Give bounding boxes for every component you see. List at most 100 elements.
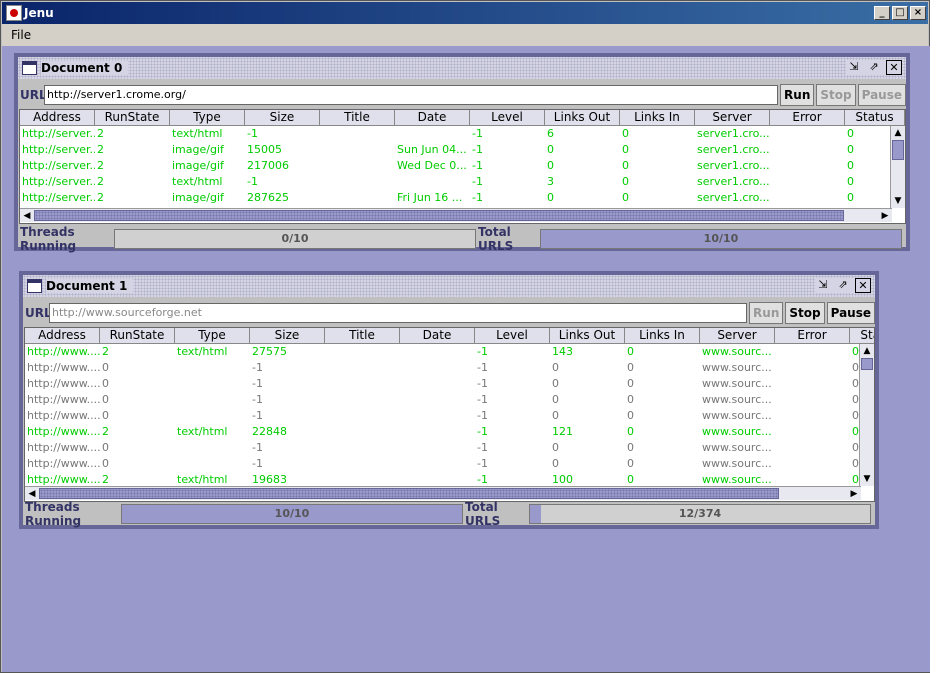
scroll-down-icon[interactable]: ▼ bbox=[860, 472, 874, 486]
document-1-titlebar[interactable]: Document 1 ⇲ ⇗ ✕ bbox=[23, 275, 875, 297]
horizontal-scrollbar[interactable]: ◀ ▶ bbox=[25, 486, 861, 500]
cell-address: http://www.... bbox=[27, 425, 100, 438]
column-header-status[interactable]: Status bbox=[850, 328, 874, 343]
cell-server: server1.cro... bbox=[697, 159, 770, 172]
pause-button[interactable]: Pause bbox=[857, 84, 906, 106]
table-row[interactable]: http://server... 2 text/html -1 -1 6 0 server1.… bbox=[20, 126, 905, 142]
cell-links-in: 0 bbox=[622, 175, 629, 188]
column-header-title[interactable]: Title bbox=[325, 328, 400, 343]
table-row[interactable]: http://www.... 0 -1 -1 0 0 www.sourc... 0 bbox=[25, 376, 874, 392]
cell-date: Fri Jun 16 ... bbox=[397, 191, 463, 204]
iconify-icon[interactable]: ⇲ bbox=[815, 278, 831, 293]
maximize-button[interactable]: □ bbox=[892, 6, 908, 20]
scroll-thumb[interactable] bbox=[892, 140, 904, 160]
total-progress: 12/374 bbox=[529, 504, 871, 524]
app-title: Jenu bbox=[24, 6, 54, 20]
url-input[interactable]: http://server1.crome.org/ bbox=[44, 85, 779, 105]
cell-error bbox=[775, 392, 850, 408]
scroll-thumb[interactable] bbox=[861, 358, 873, 370]
column-header-address[interactable]: Address bbox=[20, 110, 95, 125]
close-button[interactable]: × bbox=[910, 6, 926, 20]
column-header-runstate[interactable]: RunState bbox=[100, 328, 175, 343]
cell-level: -1 bbox=[477, 457, 488, 470]
column-header-type[interactable]: Type bbox=[175, 328, 250, 343]
cell-server: www.sourc... bbox=[702, 409, 772, 422]
column-header-type[interactable]: Type bbox=[170, 110, 245, 125]
column-header-links-in[interactable]: Links In bbox=[625, 328, 700, 343]
cell-level: -1 bbox=[477, 393, 488, 406]
table-row[interactable]: http://www.... 2 text/html 27575 -1 143 0 www.s… bbox=[25, 344, 874, 360]
scroll-up-icon[interactable]: ▲ bbox=[891, 126, 905, 140]
table-row[interactable]: http://www.... 0 -1 -1 0 0 www.sourc... 0 bbox=[25, 392, 874, 408]
column-header-status[interactable]: Status bbox=[845, 110, 905, 125]
cell-server: www.sourc... bbox=[702, 361, 772, 374]
column-header-links-out[interactable]: Links Out bbox=[550, 328, 625, 343]
table-row[interactable]: http://server... 2 image/gif 287625 Fri Jun … bbox=[20, 190, 905, 206]
maximize-icon[interactable]: ⇗ bbox=[866, 60, 882, 75]
cell-type bbox=[175, 456, 250, 472]
column-header-size[interactable]: Size bbox=[250, 328, 325, 343]
column-header-date[interactable]: Date bbox=[400, 328, 475, 343]
stop-button[interactable]: Stop bbox=[785, 302, 825, 324]
scroll-left-icon[interactable]: ◀ bbox=[20, 211, 34, 221]
table-row[interactable]: http://www.... 2 text/html 22848 -1 121 0 www.s… bbox=[25, 424, 874, 440]
cell-server: server1.cro... bbox=[697, 143, 770, 156]
scroll-right-icon[interactable]: ▶ bbox=[878, 211, 892, 221]
iconify-icon[interactable]: ⇲ bbox=[846, 60, 862, 75]
close-icon[interactable]: ✕ bbox=[855, 278, 871, 293]
table-row[interactable]: http://www.... 0 -1 -1 0 0 www.sourc... 0 bbox=[25, 440, 874, 456]
close-icon[interactable]: ✕ bbox=[886, 60, 902, 75]
cell-address: http://server... bbox=[22, 127, 95, 140]
table-row[interactable]: http://server... 2 text/html -1 -1 3 0 server1.… bbox=[20, 174, 905, 190]
column-header-level[interactable]: Level bbox=[475, 328, 550, 343]
scroll-left-icon[interactable]: ◀ bbox=[25, 489, 39, 499]
cell-server: www.sourc... bbox=[702, 377, 772, 390]
cell-error bbox=[770, 126, 845, 142]
pause-button[interactable]: Pause bbox=[826, 302, 875, 324]
column-header-error[interactable]: Error bbox=[770, 110, 845, 125]
scroll-down-icon[interactable]: ▼ bbox=[891, 194, 905, 208]
cell-title bbox=[320, 174, 395, 190]
scroll-right-icon[interactable]: ▶ bbox=[847, 489, 861, 499]
cell-size: 217006 bbox=[247, 159, 289, 172]
cell-links-out: 0 bbox=[552, 377, 559, 390]
cell-server: www.sourc... bbox=[702, 345, 772, 358]
maximize-icon[interactable]: ⇗ bbox=[835, 278, 851, 293]
vertical-scrollbar[interactable]: ▲ ▼ bbox=[890, 126, 905, 208]
scroll-thumb[interactable] bbox=[39, 488, 779, 499]
column-header-links-in[interactable]: Links In bbox=[620, 110, 695, 125]
column-header-links-out[interactable]: Links Out bbox=[545, 110, 620, 125]
document-0-titlebar[interactable]: Document 0 ⇲ ⇗ ✕ bbox=[18, 57, 906, 79]
column-header-server[interactable]: Server bbox=[700, 328, 775, 343]
column-header-size[interactable]: Size bbox=[245, 110, 320, 125]
vertical-scrollbar[interactable]: ▲ ▼ bbox=[859, 344, 874, 486]
table-row[interactable]: http://www.... 0 -1 -1 0 0 www.sourc... 0 bbox=[25, 408, 874, 424]
stop-button[interactable]: Stop bbox=[816, 84, 856, 106]
cell-size: -1 bbox=[252, 393, 263, 406]
cell-links-in: 0 bbox=[622, 159, 629, 172]
url-input[interactable]: http://www.sourceforge.net bbox=[49, 303, 748, 323]
threads-label: Threads Running bbox=[20, 225, 77, 253]
run-button[interactable]: Run bbox=[749, 302, 784, 324]
run-button[interactable]: Run bbox=[780, 84, 815, 106]
column-header-title[interactable]: Title bbox=[320, 110, 395, 125]
scroll-thumb[interactable] bbox=[34, 210, 844, 221]
scroll-up-icon[interactable]: ▲ bbox=[860, 344, 874, 358]
cell-size: -1 bbox=[252, 377, 263, 390]
title-bar[interactable]: Jenu _ □ × bbox=[2, 2, 928, 24]
column-header-error[interactable]: Error bbox=[775, 328, 850, 343]
menu-file[interactable]: File bbox=[11, 28, 31, 42]
table-row[interactable]: http://www.... 0 -1 -1 0 0 www.sourc... 0 bbox=[25, 456, 874, 472]
table-row[interactable]: http://server... 2 image/gif 15005 Sun Jun 0… bbox=[20, 142, 905, 158]
column-header-level[interactable]: Level bbox=[470, 110, 545, 125]
table-row[interactable]: http://server... 2 image/gif 217006 Wed Dec … bbox=[20, 158, 905, 174]
column-header-date[interactable]: Date bbox=[395, 110, 470, 125]
menu-bar: File bbox=[2, 24, 928, 46]
document-1-title: Document 1 bbox=[46, 279, 134, 293]
minimize-button[interactable]: _ bbox=[874, 6, 890, 20]
table-row[interactable]: http://www.... 0 -1 -1 0 0 www.sourc... 0 bbox=[25, 360, 874, 376]
column-header-server[interactable]: Server bbox=[695, 110, 770, 125]
column-header-runstate[interactable]: RunState bbox=[95, 110, 170, 125]
column-header-address[interactable]: Address bbox=[25, 328, 100, 343]
horizontal-scrollbar[interactable]: ◀ ▶ bbox=[20, 208, 892, 222]
